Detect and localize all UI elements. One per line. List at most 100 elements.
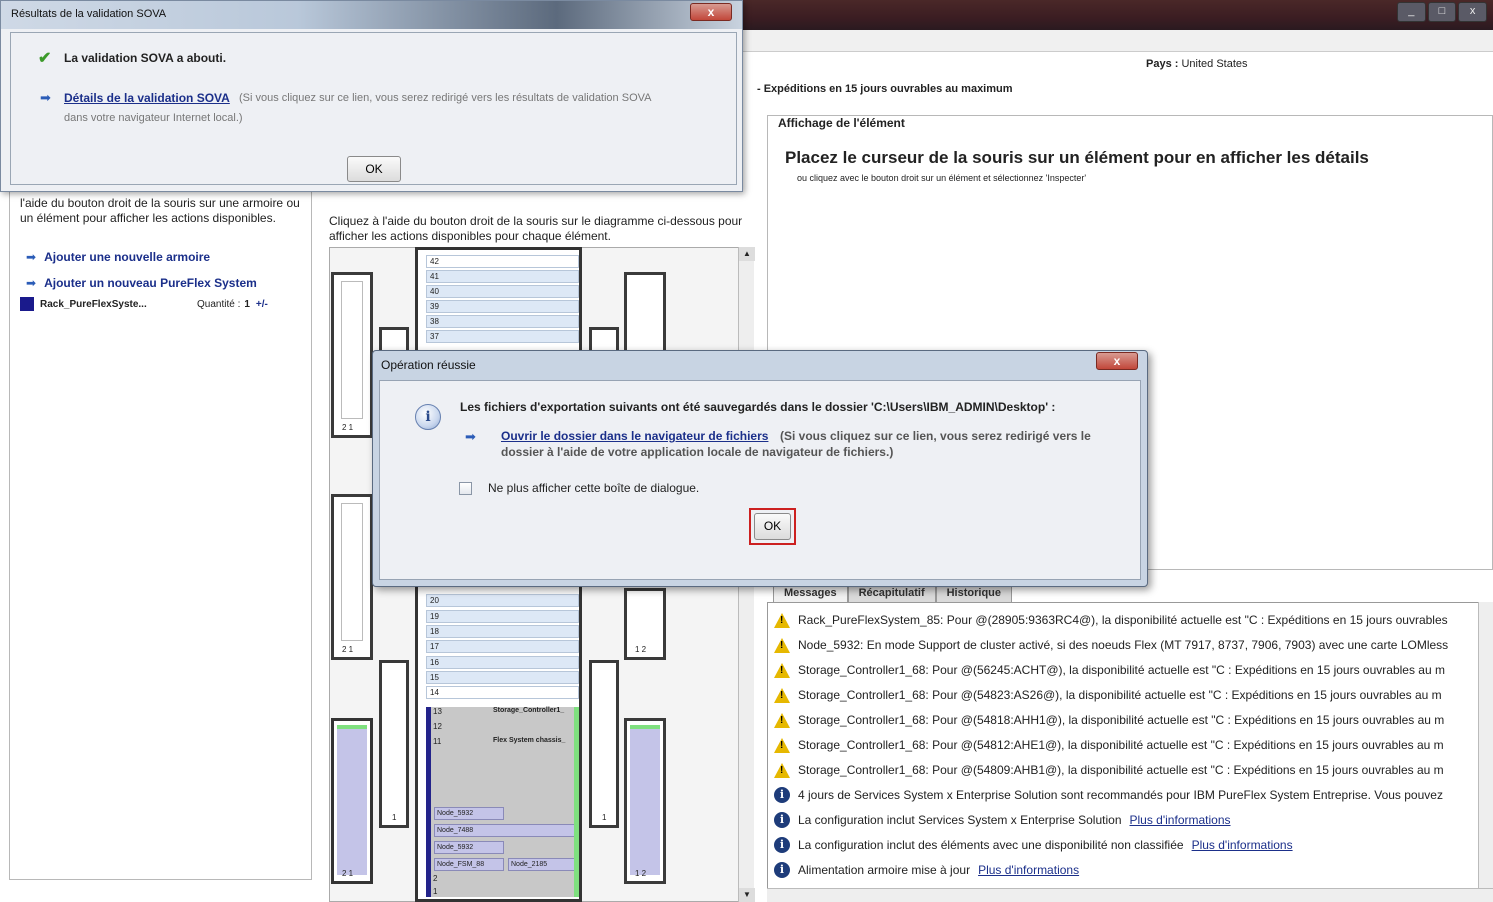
node-2185[interactable]: Node_2185	[508, 858, 578, 871]
window-controls: _ □ x	[1397, 2, 1488, 22]
message-row[interactable]: Storage_Controller1_68: Pour @(54809:AHB…	[774, 760, 1444, 780]
side-rail-upper-left[interactable]: 2 1	[331, 272, 373, 438]
messages-horizontal-scrollbar[interactable]	[767, 888, 1493, 902]
sova-details-link[interactable]: Détails de la validation SOVA	[64, 91, 230, 105]
message-row[interactable]: Storage_Controller1_68: Pour @(54818:AHH…	[774, 710, 1444, 730]
side-rail-lower-left[interactable]: 2 1	[331, 494, 373, 660]
message-row[interactable]: i La configuration inclut Services System…	[774, 810, 1231, 830]
warning-icon	[774, 737, 790, 753]
rack-unit-15[interactable]: 15	[426, 671, 579, 684]
node-5932-a[interactable]: Node_5932	[434, 807, 504, 820]
rack-unit-2: 2	[433, 874, 438, 883]
side-rail-bottom-right[interactable]: 1 2	[624, 718, 666, 884]
message-text: Rack_PureFlexSystem_85: Pour @(28905:936…	[798, 613, 1448, 627]
rack-unit-41[interactable]: 41	[426, 270, 579, 283]
message-text: 4 jours de Services System x Enterprise …	[798, 788, 1443, 802]
warning-icon	[774, 687, 790, 703]
rack-unit-12: 12	[433, 722, 442, 731]
flex-chassis[interactable]: 13 12 11 Storage_Controller1_ Flex Syste…	[426, 707, 579, 897]
more-info-link[interactable]: Plus d'informations	[978, 863, 1079, 877]
message-text: La configuration inclut Services System …	[798, 813, 1122, 827]
rack-unit-17[interactable]: 17	[426, 640, 579, 653]
dont-show-again-checkbox[interactable]	[459, 482, 472, 495]
message-row[interactable]: i La configuration inclut des éléments av…	[774, 835, 1293, 855]
message-text: Storage_Controller1_68: Pour @(56245:ACH…	[798, 663, 1445, 677]
node-5932-b[interactable]: Node_5932	[434, 841, 504, 854]
node-fsm[interactable]: Node_FSM_88	[434, 858, 504, 871]
rack-unit-16[interactable]: 16	[426, 656, 579, 669]
scroll-down-icon[interactable]: ▼	[739, 888, 755, 902]
success-dialog-title: Opération réussie	[381, 358, 476, 372]
rack-unit-40[interactable]: 40	[426, 285, 579, 298]
info-icon: i	[774, 862, 790, 878]
warning-icon	[774, 712, 790, 728]
add-rack-link[interactable]: ➡ Ajouter une nouvelle armoire	[26, 250, 210, 264]
message-row[interactable]: Node_5932: En mode Support de cluster ac…	[774, 635, 1448, 655]
scroll-up-icon[interactable]: ▲	[739, 247, 755, 261]
message-text: Storage_Controller1_68: Pour @(54818:AHH…	[798, 713, 1445, 727]
info-icon: i	[774, 812, 790, 828]
checkmark-icon: ✔	[38, 50, 52, 67]
side-rail-upper-right[interactable]	[624, 272, 666, 362]
sova-ok-button[interactable]: OK	[347, 156, 401, 182]
rack-unit-14[interactable]: 14	[426, 686, 579, 699]
sova-dialog-title: Résultats de la validation SOVA	[11, 8, 167, 20]
arrow-right-icon: ➡	[40, 90, 51, 105]
node-7488[interactable]: Node_7488	[434, 824, 579, 837]
success-close-button[interactable]: x	[1096, 352, 1138, 370]
info-icon: i	[774, 837, 790, 853]
more-info-link[interactable]: Plus d'informations	[1130, 813, 1231, 827]
sova-close-button[interactable]: x	[690, 3, 732, 21]
rack-unit-42[interactable]: 42	[426, 255, 579, 268]
success-message: Les fichiers d'exportation suivants ont …	[460, 400, 1056, 414]
rack-list-item[interactable]: Rack_PureFlexSyste... Quantité : 1 +/-	[20, 297, 300, 311]
message-row[interactable]: i Alimentation armoire mise à jour Plus d'…	[774, 860, 1079, 880]
open-folder-link[interactable]: Ouvrir le dossier dans le navigateur de …	[501, 429, 768, 443]
operation-success-dialog: Opération réussie x i Les fichiers d'exp…	[372, 350, 1148, 587]
country-value: United States	[1181, 58, 1248, 70]
ok-highlight: OK	[749, 508, 796, 545]
rack-unit-20[interactable]: 20	[426, 594, 579, 607]
warning-icon	[774, 762, 790, 778]
add-pureflex-link[interactable]: ➡ Ajouter un nouveau PureFlex System	[26, 276, 257, 290]
side-rail-lower-right[interactable]: 1 2	[624, 588, 666, 660]
rack-unit-38[interactable]: 38	[426, 315, 579, 328]
diagram-hint: Cliquez à l'aide du bouton droit de la s…	[329, 214, 743, 243]
element-panel-subtext: ou cliquez avec le bouton droit sur un é…	[797, 173, 1087, 183]
side-rail-bottom-left[interactable]: 2 1	[331, 718, 373, 884]
sova-status-text: La validation SOVA a abouti.	[64, 51, 227, 65]
maximize-button[interactable]: □	[1427, 2, 1457, 22]
quantity-value: 1	[244, 298, 250, 310]
message-row[interactable]: Storage_Controller1_68: Pour @(54823:AS2…	[774, 685, 1442, 705]
info-icon: i	[774, 787, 790, 803]
success-ok-button[interactable]: OK	[754, 513, 791, 540]
side-rail-small-lower-left[interactable]: 1	[379, 660, 409, 828]
more-info-link[interactable]: Plus d'informations	[1192, 838, 1293, 852]
message-row[interactable]: Rack_PureFlexSystem_85: Pour @(28905:936…	[774, 610, 1448, 630]
rack-status-bar	[574, 707, 579, 897]
side-rail-small-lower-right[interactable]: 1	[589, 660, 619, 828]
warning-icon	[774, 637, 790, 653]
rack-unit-19[interactable]: 19	[426, 610, 579, 623]
sova-link-note-2: dans votre navigateur Internet local.)	[64, 112, 243, 124]
side-rail-number: 1	[392, 813, 397, 822]
messages-list: Rack_PureFlexSystem_85: Pour @(28905:936…	[767, 602, 1493, 902]
quantity-adjust-button[interactable]: +/-	[256, 299, 268, 310]
message-row[interactable]: i 4 jours de Services System x Enterprise…	[774, 785, 1443, 805]
configuration-panel	[9, 115, 312, 880]
rack-unit-18[interactable]: 18	[426, 625, 579, 638]
side-rail-number: 2 1	[342, 869, 354, 878]
message-row[interactable]: Storage_Controller1_68: Pour @(54812:AHE…	[774, 735, 1444, 755]
minimize-button[interactable]: _	[1397, 2, 1426, 22]
message-text: La configuration inclut des éléments ave…	[798, 838, 1184, 852]
dont-show-again-label: Ne plus afficher cette boîte de dialogue…	[488, 481, 700, 495]
availability-text: - Expéditions en 15 jours ouvrables au m…	[757, 83, 1013, 95]
add-pureflex-label: Ajouter un nouveau PureFlex System	[44, 276, 257, 290]
messages-vertical-scrollbar[interactable]	[1478, 602, 1493, 888]
message-row[interactable]: Storage_Controller1_68: Pour @(56245:ACH…	[774, 660, 1445, 680]
rack-unit-39[interactable]: 39	[426, 300, 579, 313]
rack-unit-37[interactable]: 37	[426, 330, 579, 343]
rack-color-swatch	[20, 297, 34, 311]
close-window-button[interactable]: x	[1458, 2, 1488, 22]
info-icon: i	[415, 404, 441, 430]
